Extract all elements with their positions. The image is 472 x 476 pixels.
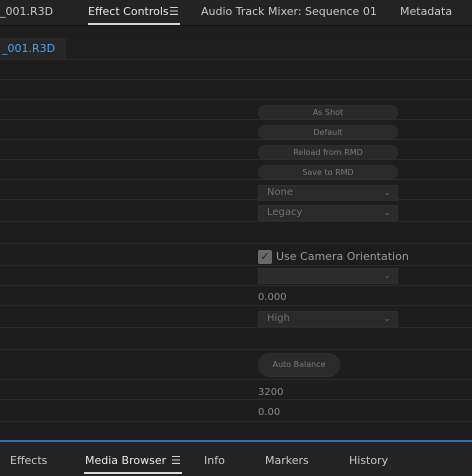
tab-info[interactable]: Info bbox=[204, 454, 225, 467]
tint-value-field[interactable]: 0.00 bbox=[258, 407, 280, 418]
row-default bbox=[0, 120, 472, 140]
clip-header: _001.R3D bbox=[0, 38, 472, 60]
as-shot-button[interactable]: As Shot bbox=[258, 105, 398, 120]
tab-clip[interactable]: _001.R3D bbox=[0, 5, 53, 18]
use-camera-orientation-label: Use Camera Orientation bbox=[276, 250, 409, 263]
chevron-down-icon: ⌄ bbox=[383, 314, 391, 324]
row-legacy bbox=[0, 200, 472, 222]
dropdown-value: Legacy bbox=[267, 207, 303, 218]
value-field[interactable]: 0.000 bbox=[258, 292, 287, 303]
clip-name[interactable]: _001.R3D bbox=[2, 42, 55, 55]
dropdown-value: High bbox=[267, 313, 290, 324]
tab-audio-track-mixer[interactable]: Audio Track Mixer: Sequence 01 bbox=[201, 5, 377, 18]
top-tab-bar: _001.R3D Effect Controls ☰ Audio Track M… bbox=[0, 0, 472, 26]
legacy-dropdown[interactable]: Legacy ⌄ bbox=[258, 205, 398, 221]
kelvin-value-field[interactable]: 3200 bbox=[258, 387, 283, 398]
use-camera-orientation-checkbox[interactable]: ✓ bbox=[258, 250, 272, 264]
tab-effects[interactable]: Effects bbox=[10, 454, 47, 467]
tab-metadata[interactable]: Metadata bbox=[400, 5, 452, 18]
row-none bbox=[0, 180, 472, 200]
reload-from-rmd-button[interactable]: Reload from RMD bbox=[258, 145, 398, 160]
clip-name-cell: _001.R3D bbox=[0, 38, 66, 59]
hamburger-menu-icon[interactable]: ☰ bbox=[169, 5, 179, 18]
chevron-down-icon: ⌄ bbox=[383, 208, 391, 218]
empty-dropdown[interactable]: ⌄ bbox=[258, 268, 398, 284]
row-save bbox=[0, 160, 472, 180]
checkmark-icon: ✓ bbox=[260, 250, 270, 263]
tab-markers[interactable]: Markers bbox=[265, 454, 309, 467]
row-empty-dropdown bbox=[0, 266, 472, 286]
row-kelvin bbox=[0, 380, 472, 400]
active-tab-indicator bbox=[84, 472, 182, 474]
default-button[interactable]: Default bbox=[258, 125, 398, 140]
tab-history[interactable]: History bbox=[349, 454, 388, 467]
row-high bbox=[0, 306, 472, 328]
row-as-shot bbox=[0, 100, 472, 120]
row-divider bbox=[0, 222, 472, 244]
hamburger-menu-icon[interactable]: ☰ bbox=[171, 454, 181, 467]
save-to-rmd-button[interactable]: Save to RMD bbox=[258, 165, 398, 180]
row-reload bbox=[0, 140, 472, 160]
chevron-down-icon: ⌄ bbox=[383, 271, 391, 281]
row-divider bbox=[0, 80, 472, 100]
row-divider bbox=[0, 328, 472, 350]
row-auto-balance bbox=[0, 350, 472, 380]
bottom-tab-bar: Effects Media Browser ☰ Info Markers His… bbox=[0, 442, 472, 476]
high-dropdown[interactable]: High ⌄ bbox=[258, 311, 398, 327]
chevron-down-icon: ⌄ bbox=[383, 188, 391, 198]
active-tab-indicator bbox=[88, 23, 180, 25]
dropdown-value: None bbox=[267, 187, 294, 198]
tab-effect-controls[interactable]: Effect Controls bbox=[88, 5, 169, 18]
auto-balance-button[interactable]: Auto Balance bbox=[258, 353, 340, 377]
row-divider bbox=[0, 60, 472, 80]
row-value bbox=[0, 286, 472, 306]
tab-media-browser[interactable]: Media Browser bbox=[85, 454, 166, 467]
row-tint bbox=[0, 400, 472, 422]
none-dropdown[interactable]: None ⌄ bbox=[258, 185, 398, 201]
